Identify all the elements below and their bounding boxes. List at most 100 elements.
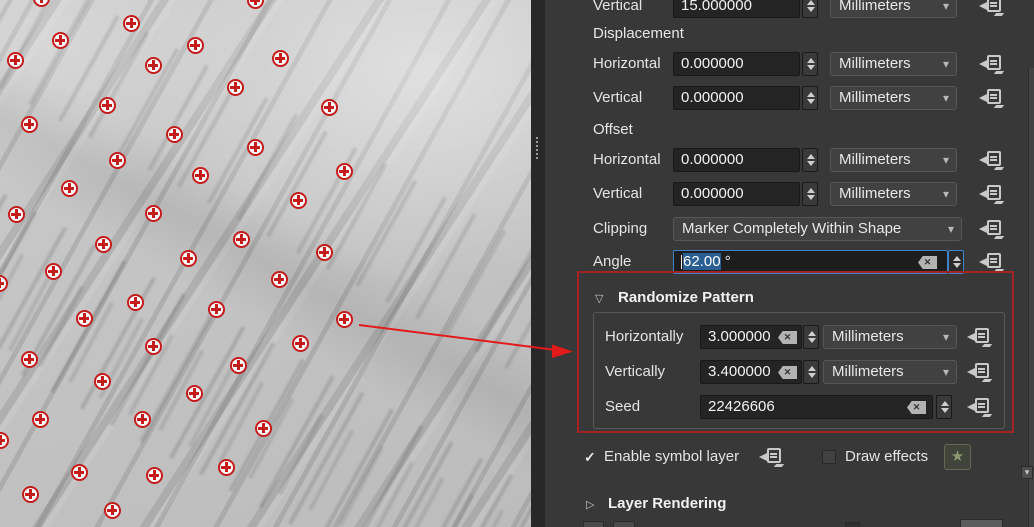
clipping-label: Clipping (593, 217, 647, 241)
displacement-vertical-label: Vertical (593, 86, 642, 110)
randomize-seed-spinner[interactable] (936, 395, 952, 419)
offset-vertical-label: Vertical (593, 182, 642, 206)
randomize-pattern-title[interactable]: Randomize Pattern (618, 287, 754, 309)
data-defined-override-button[interactable] (978, 88, 1004, 108)
map-marker (233, 231, 250, 248)
map-marker (290, 192, 307, 209)
scroll-down-arrow-icon[interactable]: ▾ (1021, 466, 1033, 479)
draw-effects-checkbox[interactable] (822, 450, 836, 464)
map-marker (230, 357, 247, 374)
map-marker (33, 0, 50, 7)
data-defined-override-button[interactable] (978, 0, 1004, 16)
offset-horizontal-input[interactable]: 0.000000 (673, 148, 800, 172)
offset-horizontal-unit-combo[interactable]: Millimeters ▾ (830, 148, 957, 172)
partial-button[interactable] (960, 519, 1003, 527)
data-defined-override-button[interactable] (978, 219, 1004, 239)
offset-vertical-input[interactable]: 0.000000 (673, 182, 800, 206)
partial-button[interactable] (613, 521, 635, 527)
data-defined-override-button[interactable] (966, 327, 992, 347)
dock-splitter[interactable] (531, 0, 545, 527)
randomize-vertically-spinner[interactable] (803, 360, 819, 384)
data-defined-override-button[interactable] (758, 447, 784, 467)
data-defined-override-button[interactable] (978, 54, 1004, 74)
angle-spinner[interactable] (948, 250, 964, 274)
randomize-horizontally-label: Horizontally (605, 325, 683, 349)
clear-value-icon[interactable]: ✕ (918, 256, 937, 269)
offset-vertical-spinner[interactable] (802, 182, 818, 206)
offset-horizontal-label: Horizontal (593, 148, 661, 172)
randomize-horizontally-spinner[interactable] (803, 325, 819, 349)
map-marker (21, 351, 38, 368)
data-defined-override-button[interactable] (966, 397, 992, 417)
collapse-triangle-icon[interactable]: ▽ (595, 288, 603, 310)
chevron-down-icon: ▾ (943, 0, 949, 17)
angle-label: Angle (593, 250, 631, 274)
clear-value-icon[interactable]: ✕ (778, 366, 797, 379)
collapse-triangle-icon[interactable]: ▷ (586, 494, 594, 516)
randomize-seed-input[interactable]: 22426606 ✕ (700, 395, 933, 419)
map-marker (166, 126, 183, 143)
randomize-horizontally-input[interactable]: 3.000000 ✕ (700, 325, 802, 349)
map-marker (192, 167, 209, 184)
chevron-down-icon: ▾ (943, 87, 949, 109)
clear-value-icon[interactable]: ✕ (907, 401, 926, 414)
clear-value-icon[interactable]: ✕ (778, 331, 797, 344)
partial-widget (845, 522, 860, 527)
map-marker (52, 32, 69, 49)
map-marker (127, 294, 144, 311)
data-defined-override-button[interactable] (978, 150, 1004, 170)
map-marker (8, 206, 25, 223)
displacement-horizontal-unit-combo[interactable]: Millimeters ▾ (830, 52, 957, 76)
map-marker (7, 52, 24, 69)
angle-input[interactable]: 62.00 ° ✕ (673, 250, 948, 274)
displacement-vertical-input[interactable]: 0.000000 (673, 86, 800, 110)
splitter-handle-icon (536, 137, 538, 160)
map-marker (45, 263, 62, 280)
map-marker (255, 420, 272, 437)
offset-vertical-unit-combo[interactable]: Millimeters ▾ (830, 182, 957, 206)
enable-symbol-layer-label: Enable symbol layer (604, 445, 739, 469)
displacement-vertical-spinner[interactable] (802, 86, 818, 110)
displacement-vertical-unit-combo[interactable]: Millimeters ▾ (830, 86, 957, 110)
displacement-horizontal-input[interactable]: 0.000000 (673, 52, 800, 76)
map-marker (292, 335, 309, 352)
map-marker (218, 459, 235, 476)
map-marker (76, 310, 93, 327)
map-marker (187, 37, 204, 54)
randomize-horizontally-unit-combo[interactable]: Millimeters ▾ (823, 325, 957, 349)
map-marker (61, 180, 78, 197)
offset-horizontal-spinner[interactable] (802, 148, 818, 172)
clipping-combo[interactable]: Marker Completely Within Shape ▾ (673, 217, 962, 241)
terrain-ridge (0, 247, 531, 527)
map-marker (186, 385, 203, 402)
map-marker (71, 464, 88, 481)
randomize-vertically-unit-combo[interactable]: Millimeters ▾ (823, 360, 957, 384)
map-marker (99, 97, 116, 114)
data-defined-override-button[interactable] (978, 184, 1004, 204)
application-window: Vertical 15.000000 Millimeters ▾ Displac… (0, 0, 1034, 527)
scrollbar-track[interactable] (1028, 68, 1034, 527)
size-vertical-spinner[interactable] (802, 0, 818, 18)
partial-button[interactable] (583, 521, 604, 527)
layer-rendering-title[interactable]: Layer Rendering (608, 493, 726, 515)
map-marker (22, 486, 39, 503)
map-marker (21, 116, 38, 133)
size-vertical-input[interactable]: 15.000000 (673, 0, 800, 18)
map-marker (272, 50, 289, 67)
chevron-down-icon: ▾ (943, 149, 949, 171)
selected-text: 62.00 (683, 253, 721, 270)
enable-symbol-layer-checkbox[interactable]: ✓ (584, 446, 596, 468)
map-marker (321, 99, 338, 116)
data-defined-override-button[interactable] (966, 362, 992, 382)
customize-effects-button[interactable]: ★ (944, 444, 971, 470)
map-canvas[interactable] (0, 0, 531, 527)
data-defined-override-button[interactable] (978, 252, 1004, 272)
map-marker (104, 502, 121, 519)
map-marker (123, 15, 140, 32)
chevron-down-icon: ▾ (943, 53, 949, 75)
displacement-horizontal-spinner[interactable] (802, 52, 818, 76)
symbol-layer-settings-panel: Vertical 15.000000 Millimeters ▾ Displac… (545, 0, 1034, 527)
randomize-vertically-input[interactable]: 3.400000 ✕ (700, 360, 802, 384)
displacement-horizontal-label: Horizontal (593, 52, 661, 76)
size-vertical-unit-combo[interactable]: Millimeters ▾ (830, 0, 957, 18)
